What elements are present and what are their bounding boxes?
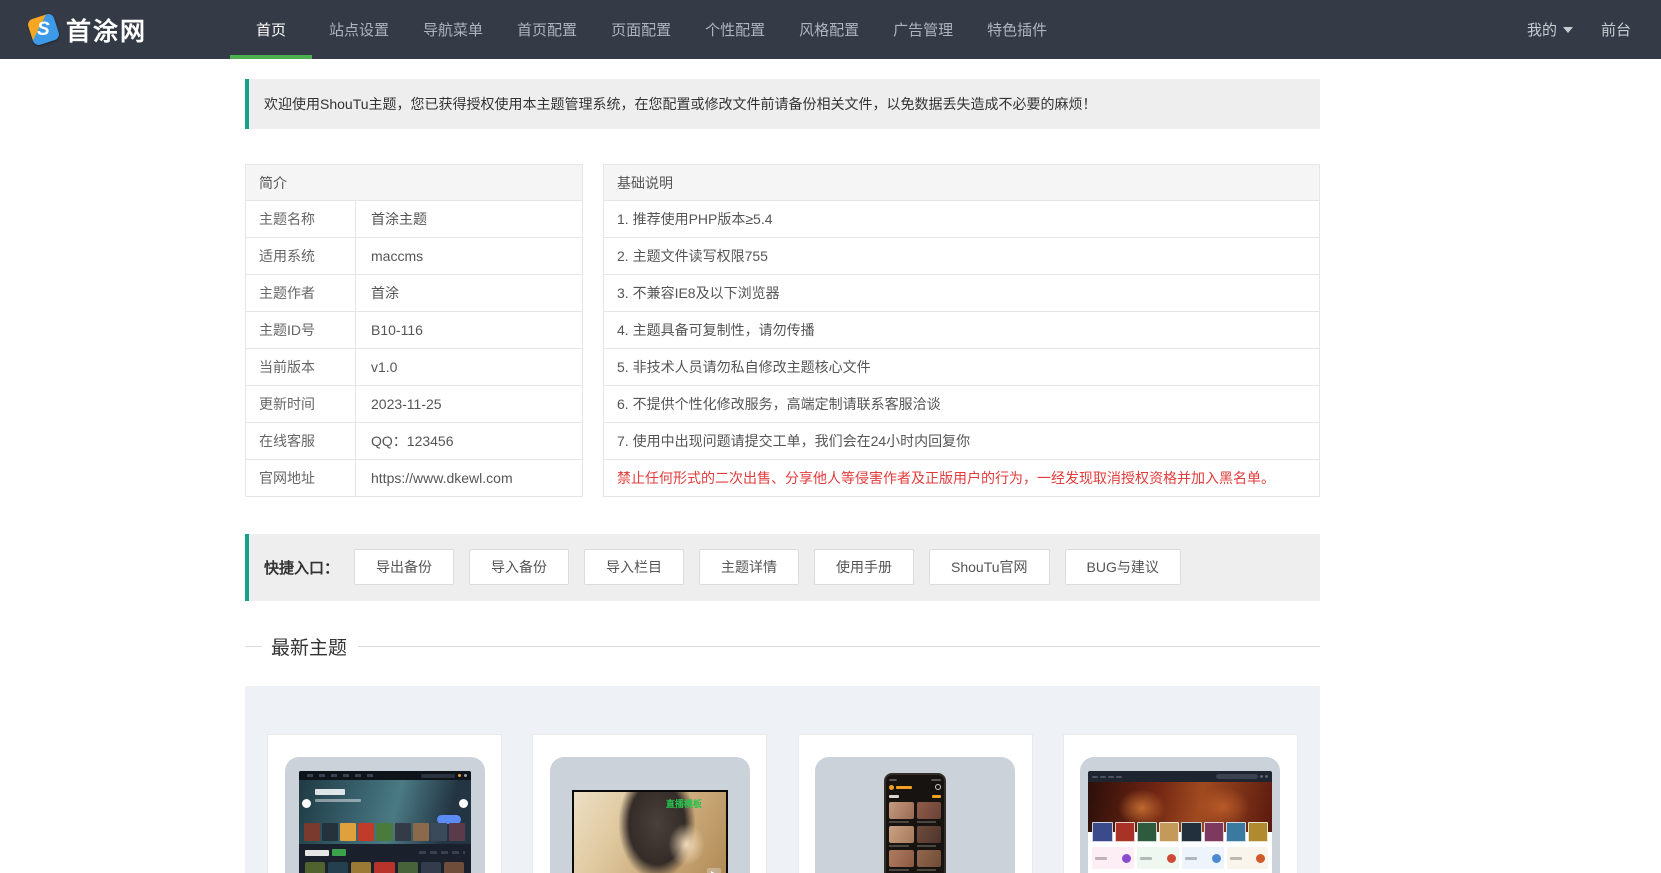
intro-row-label: 当前版本 [246,349,356,385]
theme-thumbnail: 直播模板 [549,757,750,873]
intro-table: 简介 主题名称 首涂主题 适用系统 maccms 主题作者 首涂 主题ID号 B… [245,164,583,497]
welcome-banner: 欢迎使用ShouTu主题，您已获得授权使用本主题管理系统，在您配置或修改文件前请… [245,79,1320,129]
quick-button-import-backup[interactable]: 导入备份 [469,549,570,585]
info-tables: 简介 主题名称 首涂主题 适用系统 maccms 主题作者 首涂 主题ID号 B… [245,164,1320,497]
quick-button-export-backup[interactable]: 导出备份 [354,549,455,585]
intro-row-value: https://www.dkewl.com [371,470,513,486]
theme-card-light-movie[interactable] [1062,734,1298,873]
intro-row-label: 主题名称 [246,201,356,237]
theme-screenshot [1088,771,1273,873]
intro-row-value: maccms [371,248,424,264]
frontend-link[interactable]: 前台 [1601,19,1631,40]
nav-item-style-config[interactable]: 风格配置 [782,0,876,59]
table-row: 在线客服 QQ：123456 [245,423,583,460]
chevron-down-icon [1562,26,1573,33]
note-row: 6. 不提供个性化修改服务，高端定制请联系客服洽谈 [603,386,1320,423]
search-icon [935,784,942,790]
carousel-arrow-right-icon [458,799,468,808]
user-menu[interactable]: 我的 [1527,19,1573,40]
intro-row-value: B10-116 [371,322,423,338]
nav-item-site-settings[interactable]: 站点设置 [312,0,406,59]
note-row: 2. 主题文件读写权限755 [603,238,1320,275]
navbar-right: 我的 前台 [1527,0,1661,59]
theme-thumbnail [815,757,1016,873]
theme-screenshot [884,773,947,873]
note-row: 3. 不兼容IE8及以下浏览器 [603,275,1320,312]
quick-button-import-categories[interactable]: 导入栏目 [584,549,685,585]
user-menu-label: 我的 [1526,22,1557,39]
table-row: 主题名称 首涂主题 [245,201,583,238]
welcome-text: 欢迎使用ShouTu主题，您已获得授权使用本主题管理系统，在您配置或修改文件前请… [264,96,1097,112]
quick-button-user-manual[interactable]: 使用手册 [814,549,915,585]
live-template-badge: 直播模板 [665,799,702,809]
table-row: 主题作者 首涂 [245,275,583,312]
table-row: 更新时间 2023-11-25 [245,386,583,423]
nav-item-page-config[interactable]: 页面配置 [594,0,688,59]
theme-screenshot [298,771,471,873]
main-nav: 首页 站点设置 导航菜单 首页配置 页面配置 个性配置 风格配置 广告管理 特色… [230,0,1064,59]
heading-line-left [245,646,262,647]
app-logo-icon [889,784,895,790]
table-row: 主题ID号 B10-116 [245,312,583,349]
theme-card-mobile-app[interactable] [797,734,1033,873]
note-row: 1. 推荐使用PHP版本≥5.4 [603,201,1320,238]
quick-entry-bar: 快捷入口： 导出备份 导入备份 导入栏目 主题详情 使用手册 ShouTu官网 … [245,534,1320,601]
intro-row-label: 在线客服 [246,423,356,459]
latest-themes-heading: 最新主题 [245,633,1320,660]
top-navbar: S 首涂网 首页 站点设置 导航菜单 首页配置 页面配置 个性配置 风格配置 广… [0,0,1661,59]
nav-item-home[interactable]: 首页 [230,0,313,59]
carousel-arrow-left-icon [301,799,311,808]
theme-thumbnail [1080,757,1281,873]
nav-item-nav-menu[interactable]: 导航菜单 [406,0,500,59]
latest-themes-panel: 直播模板 [245,686,1320,873]
nav-item-personal-config[interactable]: 个性配置 [688,0,782,59]
theme-thumbnail [284,757,485,873]
nav-item-ad-management[interactable]: 广告管理 [876,0,970,59]
table-row: 当前版本 v1.0 [245,349,583,386]
search-bar [1216,774,1259,779]
table-row: 官网地址 https://www.dkewl.com [245,460,583,497]
notes-table: 基础说明 1. 推荐使用PHP版本≥5.4 2. 主题文件读写权限755 3. … [603,164,1320,497]
heading-line-right [358,646,1320,647]
logo-text: 首涂网 [66,17,148,46]
quick-button-bug-suggestions[interactable]: BUG与建议 [1064,549,1181,585]
intro-row-value: v1.0 [371,359,398,375]
quick-entry-label: 快捷入口： [264,559,340,577]
nav-item-featured-plugins[interactable]: 特色插件 [970,0,1064,59]
theme-screenshot: 直播模板 [571,790,728,873]
note-row: 5. 非技术人员请勿私自修改主题核心文件 [603,349,1320,386]
intro-row-label: 主题ID号 [246,312,356,348]
intro-row-value: 首涂 [371,285,399,301]
latest-themes-title: 最新主题 [271,638,348,659]
intro-table-header: 简介 [245,164,583,201]
theme-card-live-player[interactable]: 直播模板 [532,734,768,873]
logo[interactable]: S 首涂网 [0,0,200,59]
intro-row-value: QQ：123456 [371,433,454,449]
page: S 首涂网 首页 站点设置 导航菜单 首页配置 页面配置 个性配置 风格配置 广… [0,0,1661,873]
intro-row-label: 更新时间 [246,386,356,422]
warning-row: 禁止任何形式的二次出售、分享他人等侵害作者及正版用户的行为，一经发现取消授权资格… [603,460,1320,497]
intro-row-label: 适用系统 [246,238,356,274]
note-row: 7. 使用中出现问题请提交工单，我们会在24小时内回复你 [603,423,1320,460]
theme-card-dark-movie[interactable] [267,734,502,873]
intro-row-value: 2023-11-25 [371,396,442,412]
nav-item-homepage-config[interactable]: 首页配置 [500,0,594,59]
quick-button-theme-details[interactable]: 主题详情 [699,549,800,585]
notes-table-header: 基础说明 [603,164,1320,201]
logo-icon: S [26,12,61,47]
note-row: 4. 主题具备可复制性，请勿传播 [603,312,1320,349]
quick-button-shoutu-official[interactable]: ShouTu官网 [929,549,1050,585]
intro-row-label: 官网地址 [246,460,356,496]
intro-row-value: 首涂主题 [371,211,427,227]
intro-row-label: 主题作者 [246,275,356,311]
table-row: 适用系统 maccms [245,238,583,275]
play-button-icon [706,868,721,873]
main-content: 欢迎使用ShouTu主题，您已获得授权使用本主题管理系统，在您配置或修改文件前请… [245,79,1320,873]
